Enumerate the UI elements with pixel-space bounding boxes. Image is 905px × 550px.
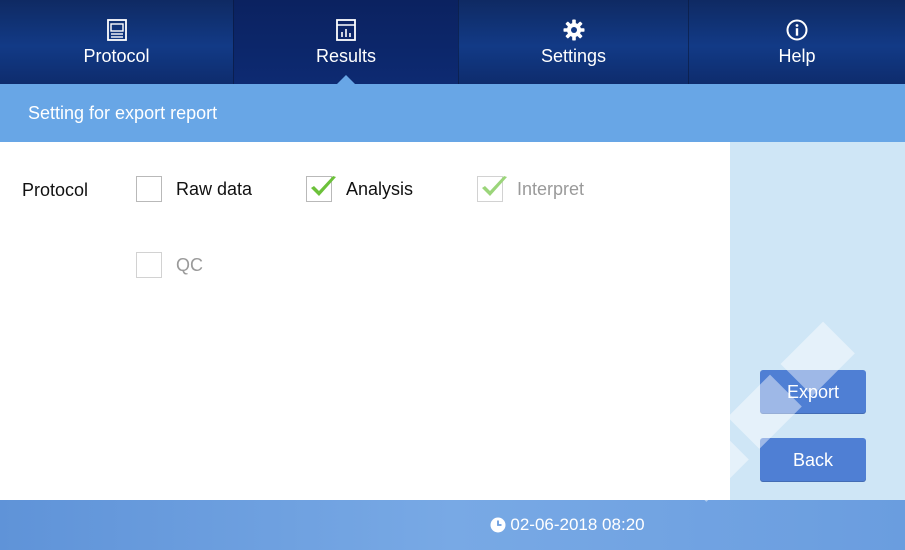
tab-protocol[interactable]: Protocol [0,0,233,84]
interpret-checkbox: Interpret [477,176,584,202]
chart-icon [336,19,356,41]
qc-checkbox: QC [136,252,203,278]
top-nav: Protocol Results Settings Help [0,0,905,84]
export-settings-panel: Protocol Raw data Analysis Interpret QC [0,142,730,500]
tab-label: Protocol [83,46,150,66]
window-icon [106,19,127,41]
status-footer: 02-06-2018 08:20 [0,500,905,550]
checkbox-box[interactable] [136,176,162,202]
protocol-row-label: Protocol [22,180,89,200]
checkbox-box [136,252,162,278]
analysis-checkbox[interactable]: Analysis [306,176,413,202]
tab-label: Settings [540,46,607,66]
tab-label: Results [315,46,377,66]
checkbox-label: Analysis [346,178,414,199]
back-button[interactable]: Back [760,438,866,482]
clock-icon [490,517,506,533]
checkbox-label: QC [176,254,203,275]
checkbox-label: Interpret [517,178,585,199]
tab-settings[interactable]: Settings [458,0,688,84]
checkbox-box[interactable] [306,176,336,202]
tab-results[interactable]: Results [233,0,458,84]
datetime-text: 02-06-2018 08:20 [510,515,645,534]
check-icon [482,176,507,196]
gear-icon [563,19,584,41]
checkbox-box [477,176,507,202]
raw-data-checkbox[interactable]: Raw data [136,176,252,202]
tab-help[interactable]: Help [688,0,905,84]
section-header: Setting for export report [0,84,905,142]
export-button[interactable]: Export [760,370,866,414]
tab-label: Help [778,46,816,66]
checkbox-label: Raw data [176,178,253,199]
check-icon [311,176,336,196]
info-icon [786,19,808,41]
